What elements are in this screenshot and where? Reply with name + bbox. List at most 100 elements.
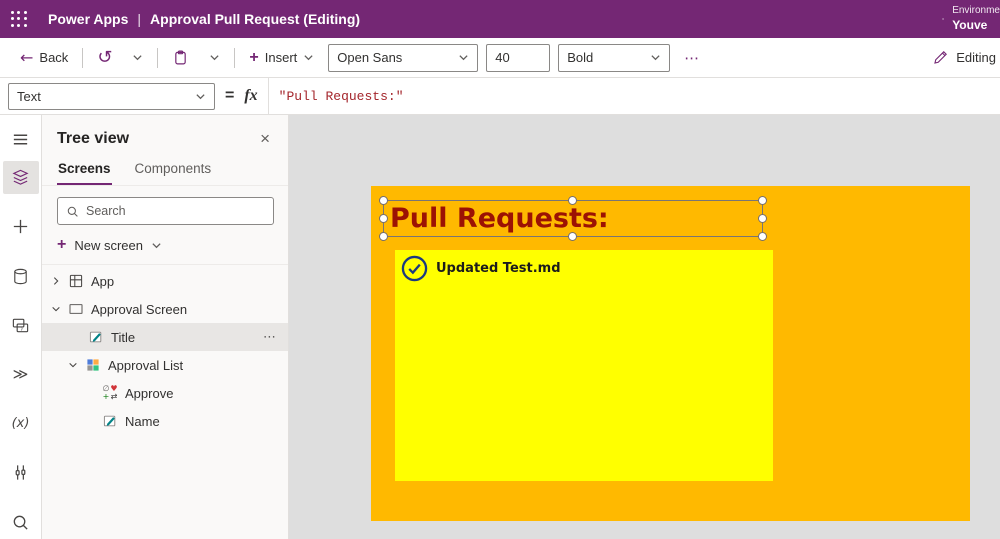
font-size-input[interactable]: [486, 44, 550, 72]
font-weight-value: Bold: [567, 50, 593, 65]
environment-picker[interactable]: Environme Youve: [932, 0, 1000, 38]
chevron-right-icon[interactable]: [51, 276, 61, 286]
tree-view-panel: Tree view × Screens Components + New scr…: [42, 115, 289, 539]
close-icon[interactable]: ×: [256, 128, 274, 149]
undo-button[interactable]: ↺: [91, 43, 118, 72]
chevron-down-icon: [650, 52, 661, 63]
font-family-dropdown[interactable]: Open Sans: [328, 44, 478, 72]
approval-screen-canvas[interactable]: Pull Requests: Updated Test.md: [371, 186, 970, 521]
chevron-down-icon: [458, 52, 469, 63]
icons-control-icon: ∅ ♥ + ⇄: [102, 385, 118, 401]
header-title: Power Apps | Approval Pull Request (Edit…: [48, 11, 360, 27]
back-arrow-icon: ←: [20, 48, 33, 67]
chevron-down-icon: [303, 52, 314, 63]
tree-view-icon[interactable]: [3, 161, 39, 195]
tree-item-app[interactable]: App: [42, 267, 288, 295]
property-value: Text: [17, 89, 41, 104]
resize-handle[interactable]: [758, 196, 767, 205]
waffle-menu-icon[interactable]: [0, 0, 38, 38]
tree-item-approval-screen[interactable]: Approval Screen: [42, 295, 288, 323]
plus-icon: +: [249, 49, 258, 67]
clipboard-icon: [172, 49, 189, 66]
main-area: ♪ ≫ (x) Tree view × Screens Component: [0, 115, 1000, 539]
insert-icon[interactable]: [3, 210, 39, 244]
data-icon[interactable]: [3, 259, 39, 293]
gallery-item-name: Updated Test.md: [436, 261, 561, 276]
chevron-down-icon[interactable]: [51, 304, 61, 314]
svg-text:♪: ♪: [21, 326, 24, 332]
tree-item-approval-list[interactable]: Approval List: [42, 351, 288, 379]
chevron-down-icon: [195, 91, 206, 102]
new-screen-button[interactable]: + New screen: [42, 233, 288, 265]
editing-mode-button[interactable]: Editing: [932, 49, 996, 66]
tree-search-box[interactable]: [57, 197, 274, 225]
plus-icon: +: [57, 236, 66, 254]
font-family-value: Open Sans: [337, 50, 402, 65]
editing-label: Editing: [956, 50, 996, 65]
insert-button[interactable]: + Insert: [243, 45, 320, 71]
approval-list-gallery[interactable]: Updated Test.md: [395, 250, 773, 481]
app-header: Power Apps | Approval Pull Request (Edit…: [0, 0, 1000, 38]
advanced-tools-icon[interactable]: [3, 456, 39, 490]
hamburger-menu-icon[interactable]: [3, 123, 39, 157]
app-icon: [68, 273, 84, 289]
resize-handle[interactable]: [758, 214, 767, 223]
chevron-down-icon[interactable]: [68, 360, 78, 370]
panel-title: Tree view: [57, 130, 129, 148]
formula-input[interactable]: "Pull Requests:": [268, 78, 992, 114]
label-icon: [102, 413, 118, 429]
globe-icon: [942, 10, 944, 28]
search-icon: [66, 205, 79, 218]
tree-item-name[interactable]: Name: [42, 407, 288, 435]
resize-handle[interactable]: [379, 196, 388, 205]
gallery-item[interactable]: Updated Test.md: [395, 250, 773, 287]
title-divider: |: [137, 11, 141, 27]
paste-button[interactable]: [166, 45, 195, 70]
power-automate-icon[interactable]: ≫: [3, 358, 39, 392]
toolbar-separator: [82, 48, 83, 68]
left-rail: ♪ ≫ (x): [0, 115, 42, 539]
new-screen-label: New screen: [74, 238, 143, 253]
undo-dropdown-button[interactable]: [126, 48, 149, 67]
paste-dropdown-button[interactable]: [203, 48, 226, 67]
tree-search-input[interactable]: [86, 204, 265, 218]
back-label: Back: [39, 50, 68, 65]
search-icon[interactable]: [3, 505, 39, 539]
resize-handle[interactable]: [568, 196, 577, 205]
toolbar-overflow-button[interactable]: ⋯: [678, 49, 705, 67]
toolbar-separator: [157, 48, 158, 68]
tree-item-approve[interactable]: ∅ ♥ + ⇄ Approve: [42, 379, 288, 407]
title-control-text: Pull Requests:: [384, 201, 762, 236]
gallery-icon: [85, 357, 101, 373]
chevron-down-icon: [209, 52, 220, 63]
label-icon: [88, 329, 104, 345]
formula-bar: Text = fx "Pull Requests:": [0, 78, 1000, 115]
fx-icon: fx: [244, 87, 257, 105]
property-dropdown[interactable]: Text: [8, 83, 215, 110]
variables-icon[interactable]: (x): [3, 407, 39, 441]
font-weight-dropdown[interactable]: Bold: [558, 44, 670, 72]
resize-handle[interactable]: [568, 232, 577, 241]
chevron-down-icon: [132, 52, 143, 63]
screen-icon: [68, 301, 84, 317]
tab-components[interactable]: Components: [134, 155, 213, 185]
toolbar-separator: [234, 48, 235, 68]
item-more-icon[interactable]: ⋯: [259, 330, 280, 345]
back-button[interactable]: ← Back: [14, 44, 74, 71]
chevron-down-icon: [151, 240, 162, 251]
title-control-selection[interactable]: Pull Requests:: [383, 200, 763, 237]
media-icon[interactable]: ♪: [3, 308, 39, 342]
toolbar: ← Back ↺ + Insert Open Sans Bold ⋯ Editi…: [0, 38, 1000, 78]
undo-icon: ↺: [97, 47, 112, 68]
pencil-icon: [932, 49, 949, 66]
tree-list: App Approval Screen Title ⋯: [42, 265, 288, 539]
insert-label: Insert: [265, 50, 298, 65]
document-title: Approval Pull Request (Editing): [150, 11, 360, 27]
approve-check-icon[interactable]: [401, 255, 428, 282]
resize-handle[interactable]: [758, 232, 767, 241]
resize-handle[interactable]: [379, 232, 388, 241]
resize-handle[interactable]: [379, 214, 388, 223]
tab-screens[interactable]: Screens: [57, 155, 112, 185]
environment-label: Environme: [952, 5, 1000, 18]
tree-item-title[interactable]: Title ⋯: [42, 323, 288, 351]
